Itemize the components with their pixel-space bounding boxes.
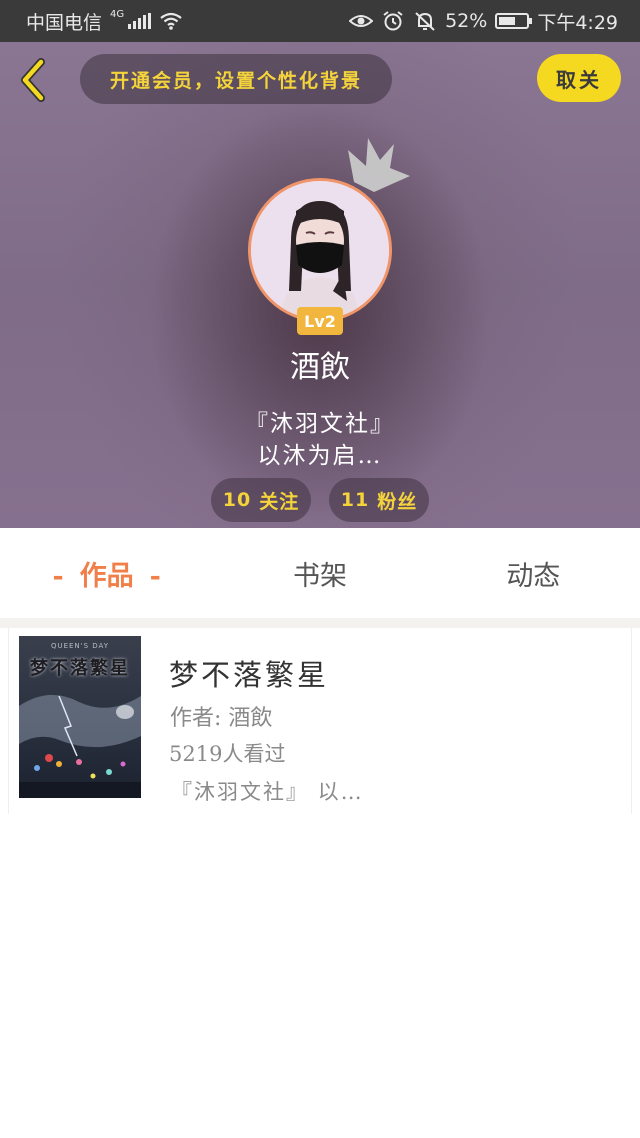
battery-percent: 52% — [445, 10, 488, 32]
tab-label: 动态 — [506, 560, 561, 592]
wifi-icon — [160, 12, 182, 30]
following-count-button[interactable]: 10 关注 — [211, 478, 311, 522]
chevron-left-icon — [21, 58, 45, 102]
unfollow-button[interactable]: 取关 — [537, 54, 621, 102]
username: 酒飲 — [290, 350, 350, 385]
mute-bell-icon — [415, 12, 435, 31]
status-left: 中国电信 4G — [26, 8, 183, 35]
cover-title: 梦不落繁星 — [30, 658, 130, 679]
bio-line: 『沐羽文社』 — [245, 411, 395, 437]
vip-background-banner[interactable]: 开通会员，设置个性化背景 — [80, 54, 392, 104]
battery-icon — [495, 13, 533, 29]
book-author: 作者: 酒飲 — [170, 706, 273, 731]
book-reader-count: 5219人看过 — [169, 742, 286, 766]
profile-tabs: - 作品 - 书架 动态 — [0, 528, 640, 618]
tab-label: 书架 — [292, 560, 347, 592]
carrier-name: 中国电信 — [26, 11, 103, 34]
tab-label: 作品 — [79, 560, 134, 592]
tab-works[interactable]: - 作品 - — [0, 554, 213, 593]
book-list-item[interactable]: QUEEN'S DAY 梦不落繁星 梦不落繁星 作者: 酒飲 5219人看过 『… — [8, 628, 632, 814]
level-badge: Lv2 — [297, 307, 343, 335]
tab-active-indicator: - — [52, 560, 64, 592]
profile-header: 开通会员，设置个性化背景 取关 Lv2 酒飲 『沐羽文社』 以沐为启… 10 关… — [0, 42, 640, 528]
book-description: 『沐羽文社』 以… — [171, 780, 364, 804]
alarm-icon — [383, 11, 403, 31]
book-title[interactable]: 梦不落繁星 — [169, 652, 329, 694]
back-button[interactable] — [14, 56, 54, 104]
tab-activity[interactable]: 动态 — [427, 554, 640, 593]
signal-icon — [128, 13, 152, 29]
bio-line[interactable]: 以沐为启… — [0, 436, 640, 470]
following-label: 关注 — [259, 490, 300, 513]
cover-subtitle: QUEEN'S DAY — [50, 642, 110, 650]
clock-time: 下午4:29 — [537, 11, 618, 34]
status-right: 52% 下午4:29 — [349, 8, 618, 35]
fans-count: 11 — [340, 489, 370, 511]
tab-active-indicator: - — [149, 560, 161, 592]
section-divider — [0, 618, 640, 628]
fans-count-button[interactable]: 11 粉丝 — [329, 478, 429, 522]
eye-icon — [349, 15, 374, 27]
book-cover[interactable]: QUEEN'S DAY 梦不落繁星 — [19, 636, 141, 798]
tab-bookshelf[interactable]: 书架 — [213, 554, 426, 593]
avatar-photo — [251, 181, 389, 319]
avatar[interactable] — [248, 178, 392, 322]
fans-label: 粉丝 — [377, 490, 418, 513]
following-count: 10 — [222, 489, 252, 511]
network-type: 4G — [110, 8, 125, 20]
status-bar: 中国电信 4G 52% 下午4:29 — [0, 0, 640, 42]
